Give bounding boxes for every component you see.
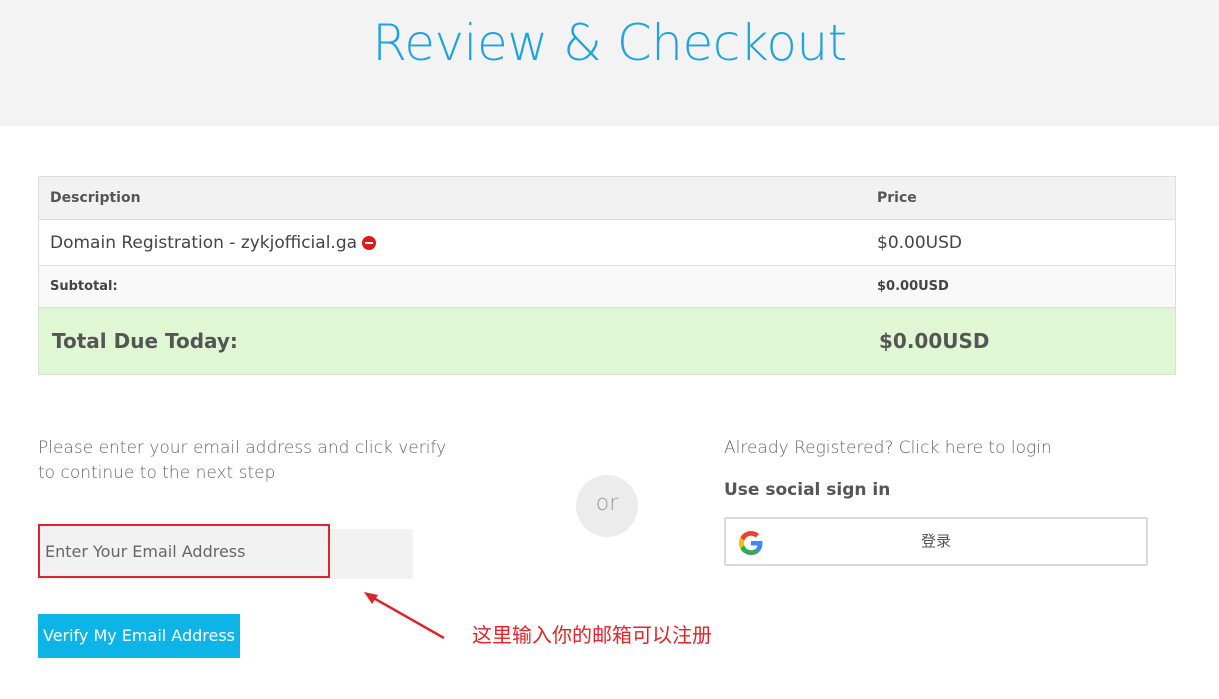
page-header: Review & Checkout bbox=[0, 0, 1219, 126]
subtotal-label: Subtotal: bbox=[50, 279, 118, 294]
page-title: Review & Checkout bbox=[372, 14, 847, 72]
email-field[interactable] bbox=[38, 524, 330, 578]
login-link[interactable]: Already Registered? Click here to login bbox=[724, 436, 1052, 461]
email-field-wrapper bbox=[38, 524, 413, 579]
verify-email-button[interactable]: Verify My Email Address bbox=[38, 614, 240, 658]
google-signin-button[interactable]: 登录 bbox=[724, 517, 1148, 566]
column-header-price: Price bbox=[877, 190, 917, 206]
table-row: Domain Registration - zykjofficial.ga $0… bbox=[39, 219, 1175, 265]
annotation-note: 这里输入你的邮箱可以注册 bbox=[472, 623, 712, 647]
total-label: Total Due Today: bbox=[52, 329, 238, 353]
subtotal-value: $0.00USD bbox=[877, 279, 949, 294]
remove-circle-icon[interactable] bbox=[362, 235, 377, 250]
item-price: $0.00USD bbox=[877, 232, 962, 253]
total-value: $0.00USD bbox=[879, 329, 990, 353]
order-summary-table: Description Price Domain Registration - … bbox=[38, 176, 1176, 375]
total-row: Total Due Today: $0.00USD bbox=[39, 307, 1175, 374]
google-signin-label: 登录 bbox=[920, 532, 951, 550]
item-description-cell: Domain Registration - zykjofficial.ga bbox=[39, 220, 866, 265]
annotation-arrow-icon bbox=[364, 592, 445, 640]
subtotal-row: Subtotal: $0.00USD bbox=[39, 265, 1175, 307]
column-header-description: Description bbox=[50, 190, 141, 206]
social-signin-heading: Use social sign in bbox=[724, 480, 891, 500]
item-description: Domain Registration - zykjofficial.ga bbox=[50, 232, 358, 253]
or-divider: or bbox=[576, 475, 638, 537]
table-header-row: Description Price bbox=[39, 177, 1175, 219]
verify-instructions: Please enter your email address and clic… bbox=[38, 438, 447, 483]
